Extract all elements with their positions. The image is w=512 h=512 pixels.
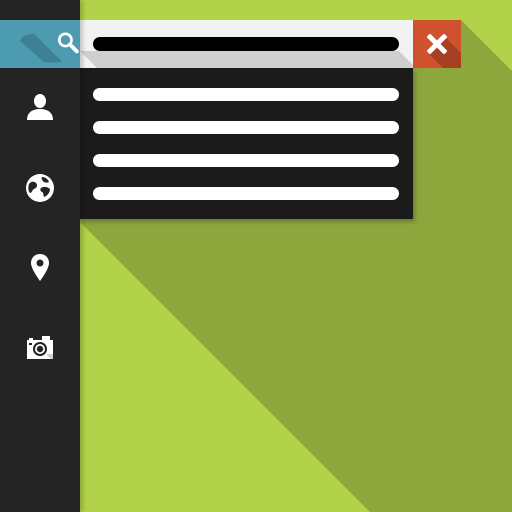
sidebar-item-camera[interactable] [0,324,80,372]
map-pin-icon [31,254,49,281]
sidebar-item-location[interactable] [0,244,80,292]
search-result-item[interactable] [93,187,399,200]
camera-icon [27,336,53,359]
search-results-dropdown [80,68,413,219]
search-result-item[interactable] [93,154,399,167]
close-icon [426,33,448,55]
sidebar-item-search[interactable] [0,20,80,68]
search-bar [80,20,413,68]
app-screen [0,0,512,512]
search-icon [58,32,79,54]
user-icon [27,94,53,120]
sidebar-item-globe[interactable] [0,164,80,212]
globe-icon [26,174,54,202]
sidebar [0,0,80,512]
search-result-item[interactable] [93,88,399,101]
search-icon-shadow [19,33,62,63]
search-result-item[interactable] [93,121,399,134]
close-button[interactable] [413,20,461,68]
search-input[interactable] [93,37,399,51]
sidebar-item-user[interactable] [0,84,80,132]
